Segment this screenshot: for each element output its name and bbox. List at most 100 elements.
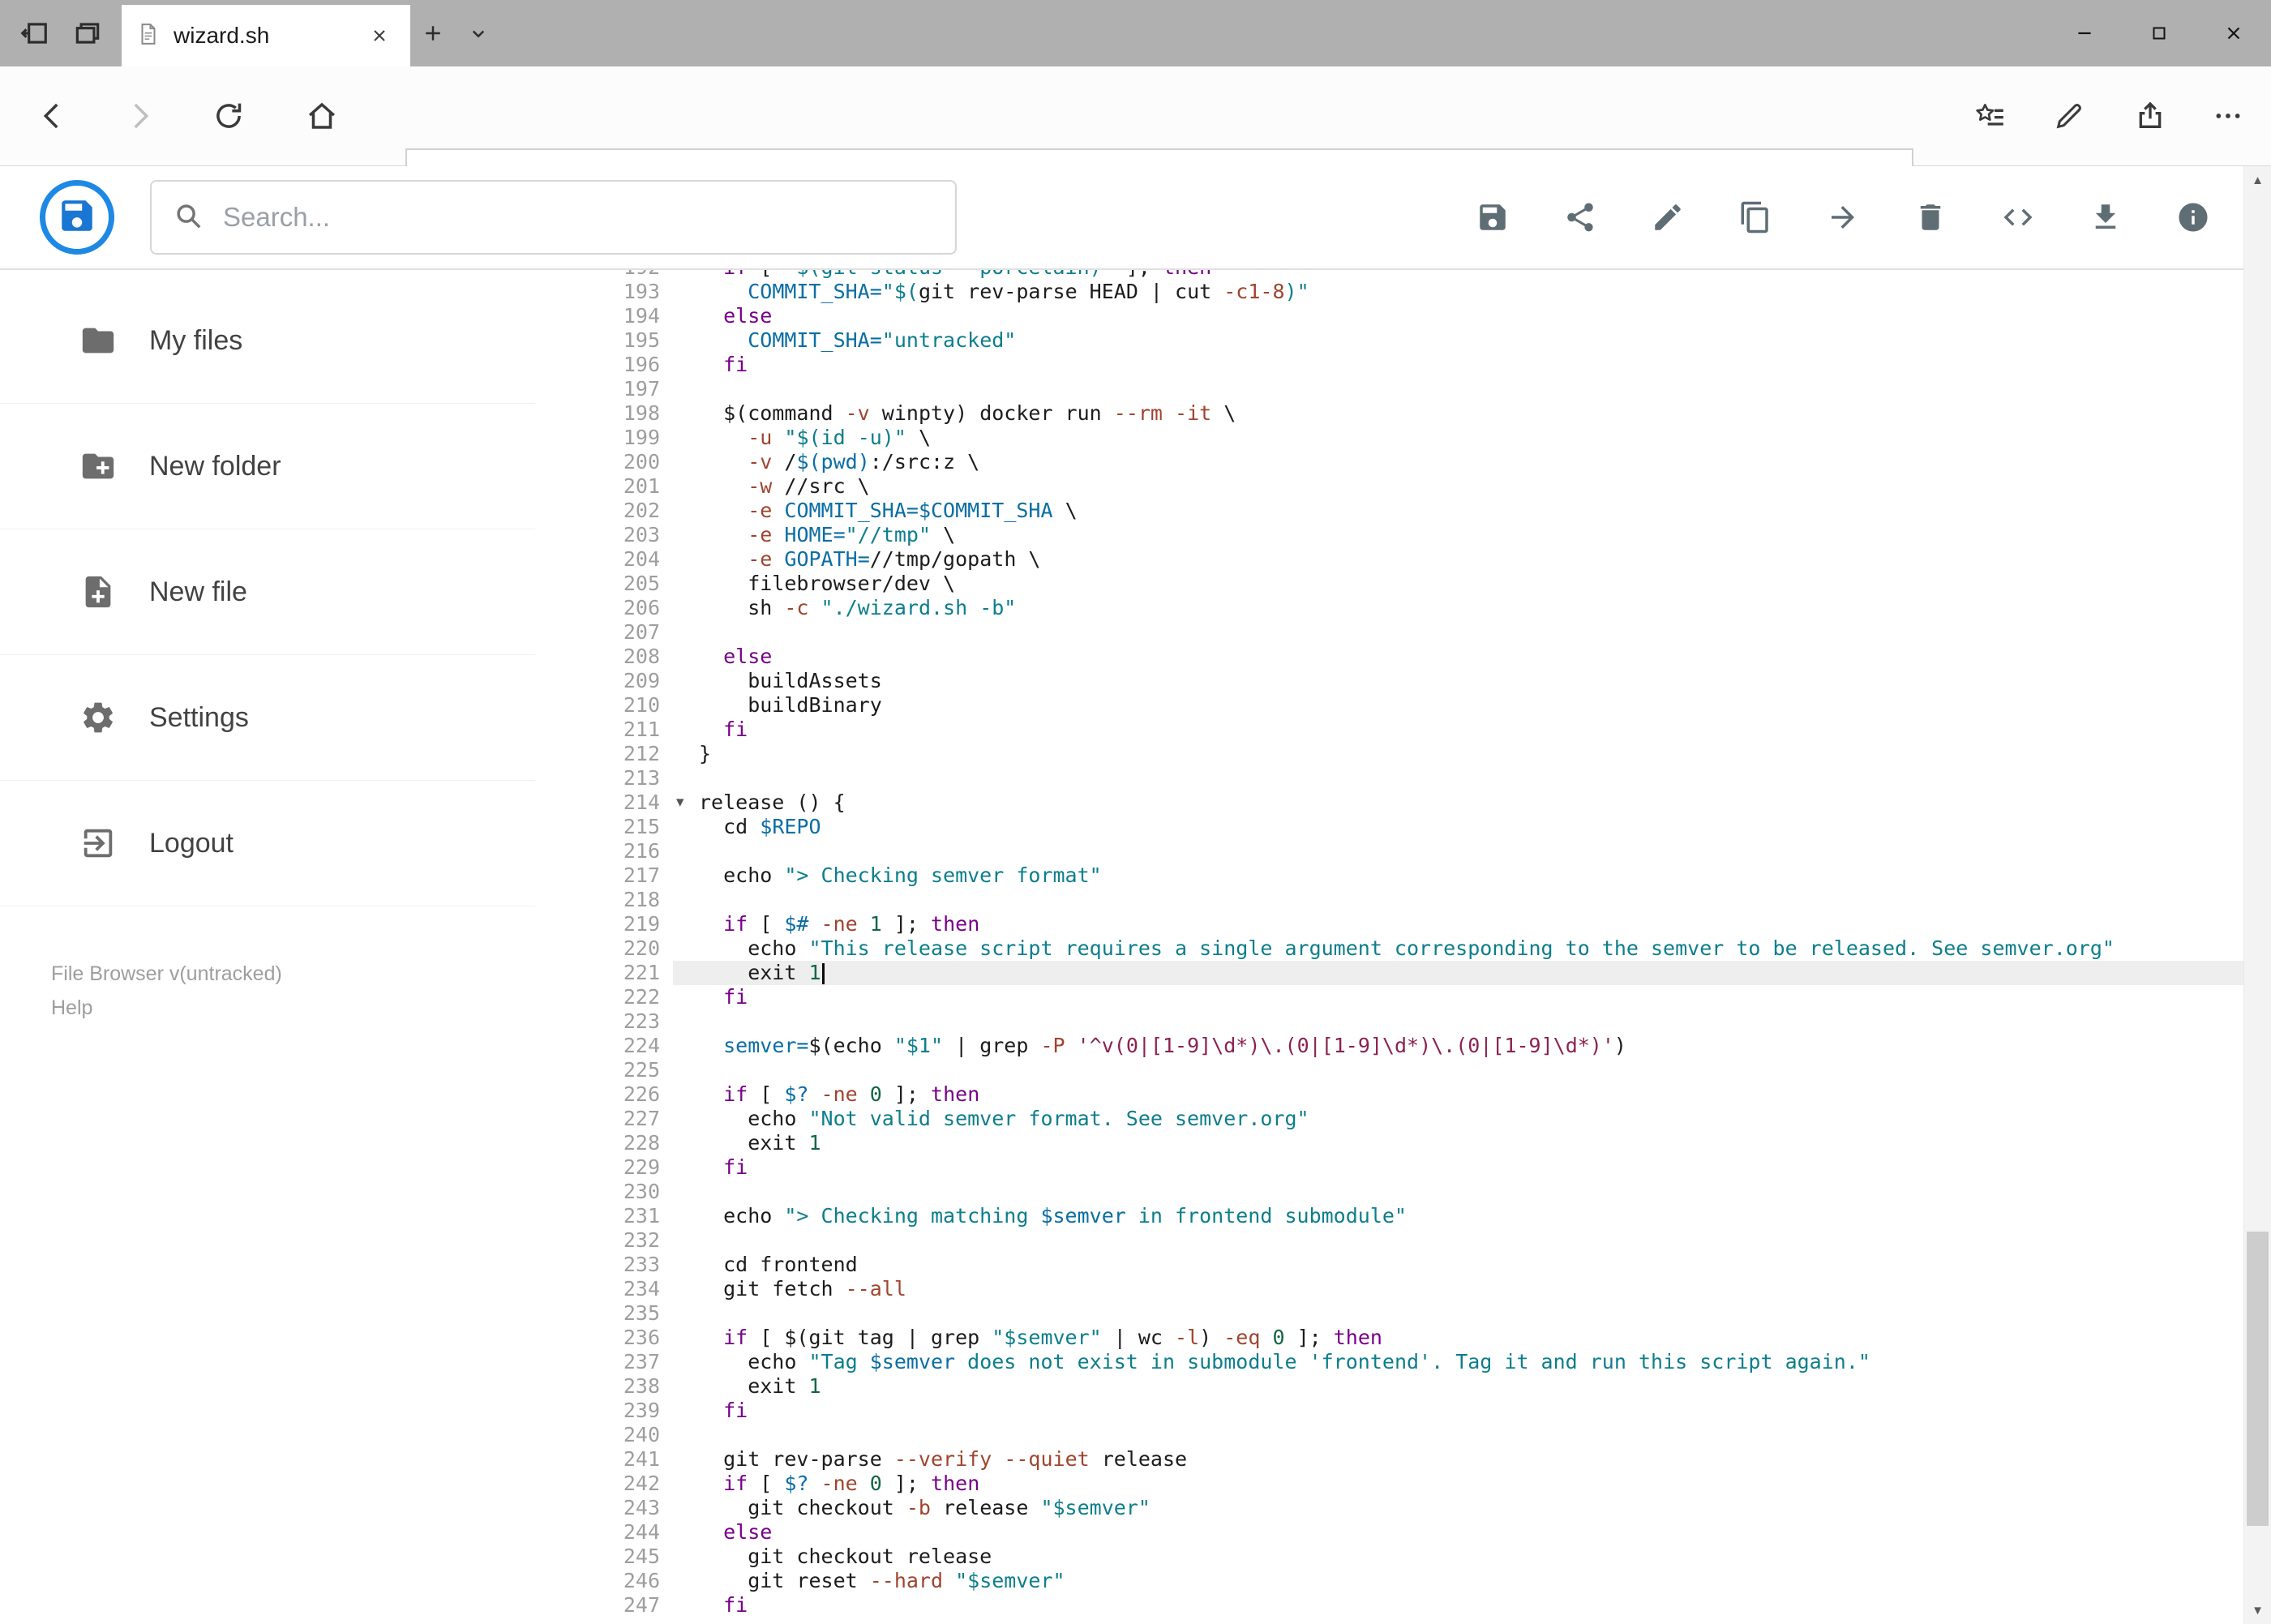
refresh-button[interactable] bbox=[204, 92, 253, 140]
code-line-245[interactable]: 245 git checkout release bbox=[535, 1545, 2243, 1569]
code-line-236[interactable]: 236 if [ $(git tag | grep "$semver" | wc… bbox=[535, 1326, 2243, 1350]
code-line-233[interactable]: 233 cd frontend bbox=[535, 1253, 2243, 1277]
code-line-220[interactable]: 220 echo "This release script requires a… bbox=[535, 936, 2243, 961]
code-line-238[interactable]: 238 exit 1 bbox=[535, 1374, 2243, 1399]
code-line-223[interactable]: 223 bbox=[535, 1009, 2243, 1034]
edit-icon[interactable] bbox=[1642, 180, 1694, 255]
code-line-196[interactable]: 196 fi bbox=[535, 353, 2243, 377]
code-line-239[interactable]: 239 fi bbox=[535, 1399, 2243, 1423]
code-line-214[interactable]: 214 ▾ release () { bbox=[535, 791, 2243, 815]
forward-button[interactable] bbox=[115, 92, 164, 140]
code-line-227[interactable]: 227 echo "Not valid semver format. See s… bbox=[535, 1107, 2243, 1131]
code-line-230[interactable]: 230 bbox=[535, 1180, 2243, 1204]
code-line-224[interactable]: 224 semver=$(echo "$1" | grep -P '^v(0|[… bbox=[535, 1034, 2243, 1058]
line-number: 232 bbox=[623, 1228, 660, 1252]
page-scrollbar[interactable]: ▲ ▼ bbox=[2243, 166, 2271, 1624]
code-line-209[interactable]: 209 buildAssets bbox=[535, 669, 2243, 693]
hub-favorites-icon[interactable] bbox=[1966, 92, 2015, 140]
tabs-you-set-aside-icon[interactable] bbox=[65, 11, 110, 56]
code-line-228[interactable]: 228 exit 1 bbox=[535, 1131, 2243, 1155]
scroll-up-arrow-icon[interactable]: ▲ bbox=[2244, 166, 2271, 194]
share-page-icon[interactable] bbox=[2126, 92, 2175, 140]
filebrowser-logo[interactable] bbox=[40, 180, 114, 255]
code-line-221[interactable]: 221 exit 1 bbox=[535, 961, 2243, 985]
code-line-231[interactable]: 231 echo "> Checking matching $semver in… bbox=[535, 1204, 2243, 1228]
code-line-240[interactable]: 240 bbox=[535, 1423, 2243, 1447]
code-line-247[interactable]: 247 fi bbox=[535, 1593, 2243, 1618]
code-line-241[interactable]: 241 git rev-parse --verify --quiet relea… bbox=[535, 1447, 2243, 1472]
code-editor[interactable]: 192 if [ "$(git status --porcelain)" ]; … bbox=[535, 270, 2243, 1624]
back-button[interactable] bbox=[28, 92, 77, 140]
code-line-207[interactable]: 207 bbox=[535, 620, 2243, 645]
code-line-204[interactable]: 204 -e GOPATH=//tmp/gopath \ bbox=[535, 547, 2243, 572]
code-line-225[interactable]: 225 bbox=[535, 1058, 2243, 1082]
code-line-218[interactable]: 218 bbox=[535, 888, 2243, 912]
sidebar-item-new-folder[interactable]: New folder bbox=[0, 404, 535, 529]
code-line-192[interactable]: 192 if [ "$(git status --porcelain)" ]; … bbox=[535, 270, 2243, 280]
sidebar-item-new-file[interactable]: New file bbox=[0, 529, 535, 655]
help-link[interactable]: Help bbox=[51, 991, 282, 1025]
code-line-243[interactable]: 243 git checkout -b release "$semver" bbox=[535, 1496, 2243, 1520]
code-line-244[interactable]: 244 else bbox=[535, 1520, 2243, 1545]
code-line-205[interactable]: 205 filebrowser/dev \ bbox=[535, 572, 2243, 596]
code-line-210[interactable]: 210 buildBinary bbox=[535, 693, 2243, 718]
code-line-235[interactable]: 235 bbox=[535, 1301, 2243, 1326]
code-line-200[interactable]: 200 -v /$(pwd):/src:z \ bbox=[535, 450, 2243, 474]
more-options-icon[interactable] bbox=[2204, 92, 2252, 140]
code-line-242[interactable]: 242 if [ $? -ne 0 ]; then bbox=[535, 1472, 2243, 1496]
search-box[interactable] bbox=[150, 180, 957, 255]
copy-icon[interactable] bbox=[1729, 180, 1781, 255]
code-line-222[interactable]: 222 fi bbox=[535, 985, 2243, 1009]
code-line-216[interactable]: 216 bbox=[535, 839, 2243, 863]
code-line-193[interactable]: 193 COMMIT_SHA="$(git rev-parse HEAD | c… bbox=[535, 280, 2243, 304]
code-line-246[interactable]: 246 git reset --hard "$semver" bbox=[535, 1569, 2243, 1593]
code-line-234[interactable]: 234 git fetch --all bbox=[535, 1277, 2243, 1301]
code-line-203[interactable]: 203 -e HOME="//tmp" \ bbox=[535, 523, 2243, 547]
share-icon[interactable] bbox=[1554, 180, 1606, 255]
code-line-211[interactable]: 211 fi bbox=[535, 718, 2243, 742]
code-line-232[interactable]: 232 bbox=[535, 1228, 2243, 1253]
code-line-219[interactable]: 219 if [ $# -ne 1 ]; then bbox=[535, 912, 2243, 936]
new-tab-button[interactable] bbox=[410, 11, 456, 56]
switch-view-icon[interactable] bbox=[1992, 180, 2044, 255]
tab-close-icon[interactable] bbox=[363, 19, 396, 52]
code-line-237[interactable]: 237 echo "Tag $semver does not exist in … bbox=[535, 1350, 2243, 1374]
annotate-pen-icon[interactable] bbox=[2045, 92, 2093, 140]
sidebar-item-label: Logout bbox=[149, 827, 234, 859]
code-line-226[interactable]: 226 if [ $? -ne 0 ]; then bbox=[535, 1082, 2243, 1107]
delete-icon[interactable] bbox=[1905, 180, 1956, 255]
code-line-201[interactable]: 201 -w //src \ bbox=[535, 474, 2243, 499]
code-line-206[interactable]: 206 sh -c "./wizard.sh -b" bbox=[535, 596, 2243, 620]
code-line-217[interactable]: 217 echo "> Checking semver format" bbox=[535, 863, 2243, 888]
download-icon[interactable] bbox=[2080, 180, 2132, 255]
close-button[interactable] bbox=[2196, 0, 2271, 66]
scroll-down-arrow-icon[interactable]: ▼ bbox=[2244, 1596, 2271, 1624]
code-line-195[interactable]: 195 COMMIT_SHA="untracked" bbox=[535, 328, 2243, 353]
search-input[interactable] bbox=[221, 201, 934, 234]
sidebar-item-my-files[interactable]: My files bbox=[0, 278, 535, 404]
browser-tab[interactable]: wizard.sh bbox=[122, 5, 410, 66]
scrollbar-thumb[interactable] bbox=[2247, 1232, 2269, 1526]
code-line-229[interactable]: 229 fi bbox=[535, 1155, 2243, 1180]
minimize-button[interactable] bbox=[2047, 0, 2122, 66]
sidebar-item-logout[interactable]: Logout bbox=[0, 781, 535, 906]
code-line-215[interactable]: 215 cd $REPO bbox=[535, 815, 2243, 839]
code-line-197[interactable]: 197 bbox=[535, 377, 2243, 401]
code-line-194[interactable]: 194 else bbox=[535, 304, 2243, 328]
sidebar-item-settings[interactable]: Settings bbox=[0, 655, 535, 781]
code-line-212[interactable]: 212} bbox=[535, 742, 2243, 766]
code-line-213[interactable]: 213 bbox=[535, 766, 2243, 791]
info-icon[interactable] bbox=[2167, 180, 2219, 255]
maximize-button[interactable] bbox=[2122, 0, 2196, 66]
code-line-199[interactable]: 199 -u "$(id -u)" \ bbox=[535, 426, 2243, 450]
fold-marker-icon[interactable]: ▾ bbox=[676, 791, 684, 815]
move-icon[interactable] bbox=[1817, 180, 1869, 255]
save-icon[interactable] bbox=[1467, 180, 1519, 255]
code-line-208[interactable]: 208 else bbox=[535, 645, 2243, 669]
code-line-198[interactable]: 198 $(command -v winpty) docker run --rm… bbox=[535, 401, 2243, 426]
set-tabs-aside-icon[interactable] bbox=[11, 11, 57, 56]
tab-preview-chevron-icon[interactable] bbox=[456, 11, 501, 56]
home-button[interactable] bbox=[298, 92, 346, 140]
code-line-202[interactable]: 202 -e COMMIT_SHA=$COMMIT_SHA \ bbox=[535, 499, 2243, 523]
